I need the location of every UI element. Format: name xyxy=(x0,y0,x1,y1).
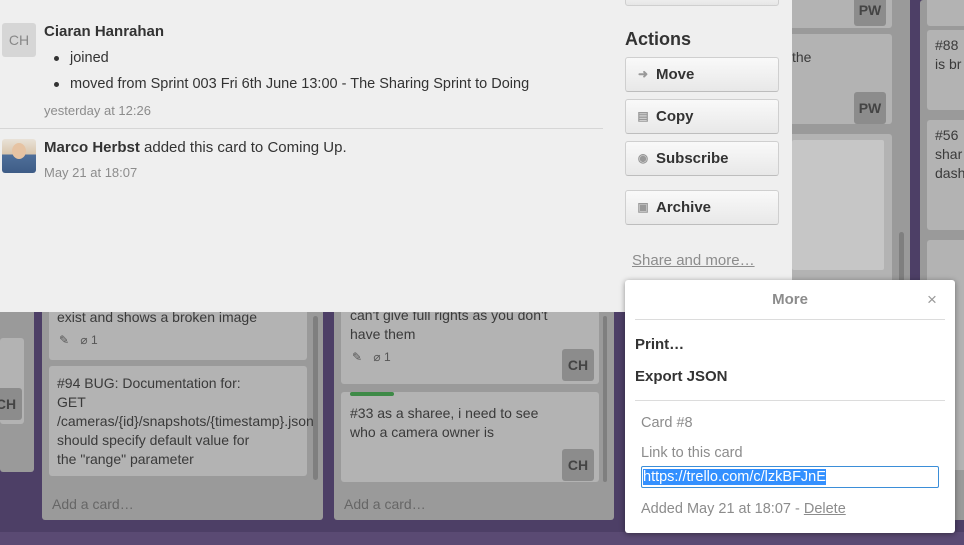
card-added-info: Added May 21 at 18:07 - Delete xyxy=(641,501,846,517)
activity-member-name[interactable]: Marco Herbst xyxy=(44,139,140,156)
subscribe-button[interactable]: ◉ Subscribe xyxy=(625,141,779,176)
close-icon[interactable]: × xyxy=(927,290,937,310)
move-button[interactable]: ➜ Move xyxy=(625,57,779,92)
actions-heading: Actions xyxy=(625,29,692,49)
card-link-input[interactable]: https://trello.com/c/lzkBFJnE xyxy=(641,466,939,488)
card-number: Card #8 xyxy=(641,415,693,431)
card-title: #33 as a sharee, i need to see who a cam… xyxy=(350,405,539,440)
card-right-2[interactable]: the PW xyxy=(792,34,892,124)
add-card-link[interactable]: Add a card… xyxy=(52,496,134,512)
added-date: Added May 21 at 18:07 - xyxy=(641,501,800,517)
move-button-label: Move xyxy=(656,66,695,83)
subscribe-button-label: Subscribe xyxy=(656,150,729,167)
eye-icon: ◉ xyxy=(637,151,649,165)
activity-text: Marco Herbst added this card to Coming U… xyxy=(44,139,347,156)
list-3: can't give full rights as you don't have… xyxy=(334,300,614,520)
card-right-top-2[interactable] xyxy=(927,0,964,26)
member-avatar[interactable]: CH xyxy=(2,23,36,57)
list-scrollbar[interactable] xyxy=(313,316,318,480)
card-56[interactable]: #56 shar dash xyxy=(927,120,964,230)
attachment-count: 1 xyxy=(90,333,98,347)
attachment-count: 1 xyxy=(383,350,391,364)
export-json-link[interactable]: Export JSON xyxy=(635,368,728,385)
pencil-icon: ✎ xyxy=(352,350,363,364)
copy-button-label: Copy xyxy=(656,108,694,125)
activity-items: joined moved from Sprint 003 Fri 6th Jun… xyxy=(44,48,529,100)
card-rights[interactable]: can't give full rights as you don't have… xyxy=(341,300,599,384)
member-avatar[interactable]: PW xyxy=(854,0,886,26)
print-link[interactable]: Print… xyxy=(635,336,684,353)
archive-button-label: Archive xyxy=(656,199,712,216)
share-and-more-link[interactable]: Share and more… xyxy=(632,252,755,269)
link-label: Link to this card xyxy=(641,445,743,461)
card-94-bug[interactable]: #94 BUG: Documentation for: GET /cameras… xyxy=(49,366,314,476)
card-badges: ✎ ⌀ 1 xyxy=(352,348,391,367)
archive-icon: ▣ xyxy=(637,200,649,214)
activity-item: joined xyxy=(44,48,529,74)
member-avatar[interactable]: CH xyxy=(562,349,594,381)
list-scrollbar[interactable] xyxy=(899,232,904,286)
popover-divider xyxy=(635,319,945,320)
card-right-thumbnail[interactable] xyxy=(792,134,892,284)
pencil-icon: ✎ xyxy=(59,333,70,347)
list-left-partial: CH xyxy=(0,300,34,472)
card-right-top[interactable]: PW xyxy=(792,0,892,28)
arrow-right-icon: ➜ xyxy=(637,67,649,81)
popover-title: More xyxy=(772,291,808,308)
member-avatar[interactable]: CH xyxy=(562,449,594,481)
member-avatar: CH xyxy=(0,388,22,420)
activity-action: added this card to Coming Up. xyxy=(144,139,347,156)
paperclip-icon: ⌀ xyxy=(373,350,381,364)
member-avatar-photo[interactable] xyxy=(2,139,36,173)
list-scrollbar[interactable] xyxy=(603,316,607,482)
card-88[interactable]: #88 is br xyxy=(927,30,964,110)
card-title: #56 shar dash xyxy=(935,127,964,181)
board-scrollbar[interactable] xyxy=(0,532,964,545)
card-title: #94 BUG: Documentation for: GET /cameras… xyxy=(57,375,314,467)
member-avatar[interactable]: PW xyxy=(854,92,886,124)
card-title: #88 is br xyxy=(935,37,962,72)
activity-timestamp[interactable]: May 21 at 18:07 xyxy=(44,165,137,180)
list-2: exist and shows a broken image ✎ ⌀ 1 #94… xyxy=(42,300,323,520)
list-4: PW the PW xyxy=(792,0,910,290)
card-badges: ✎ ⌀ 1 xyxy=(59,331,98,350)
popover-divider xyxy=(635,400,945,401)
card-detail-window: CH Ciaran Hanrahan joined moved from Spr… xyxy=(0,0,792,312)
activity-timestamp[interactable]: yesterday at 12:26 xyxy=(44,103,151,118)
more-popover: More × Print… Export JSON Card #8 Link t… xyxy=(625,280,955,533)
avatar-face xyxy=(12,143,26,159)
activity-member-name[interactable]: Ciaran Hanrahan xyxy=(44,23,164,40)
copy-button[interactable]: ▤ Copy xyxy=(625,99,779,134)
copy-icon: ▤ xyxy=(637,109,649,123)
delete-link[interactable]: Delete xyxy=(804,501,846,517)
activity-divider xyxy=(0,128,603,129)
paperclip-icon: ⌀ xyxy=(80,333,88,347)
card-link-value: https://trello.com/c/lzkBFJnE xyxy=(643,469,826,485)
card-title: the xyxy=(792,49,812,65)
sidebar-button-partial[interactable] xyxy=(625,0,779,6)
card-33[interactable]: #33 as a sharee, i need to see who a cam… xyxy=(341,392,599,482)
archive-button[interactable]: ▣ Archive xyxy=(625,190,779,225)
add-card-link[interactable]: Add a card… xyxy=(344,496,426,512)
card-label-green xyxy=(350,392,394,396)
card-cover-image xyxy=(792,140,884,270)
activity-item: moved from Sprint 003 Fri 6th June 13:00… xyxy=(44,74,529,100)
